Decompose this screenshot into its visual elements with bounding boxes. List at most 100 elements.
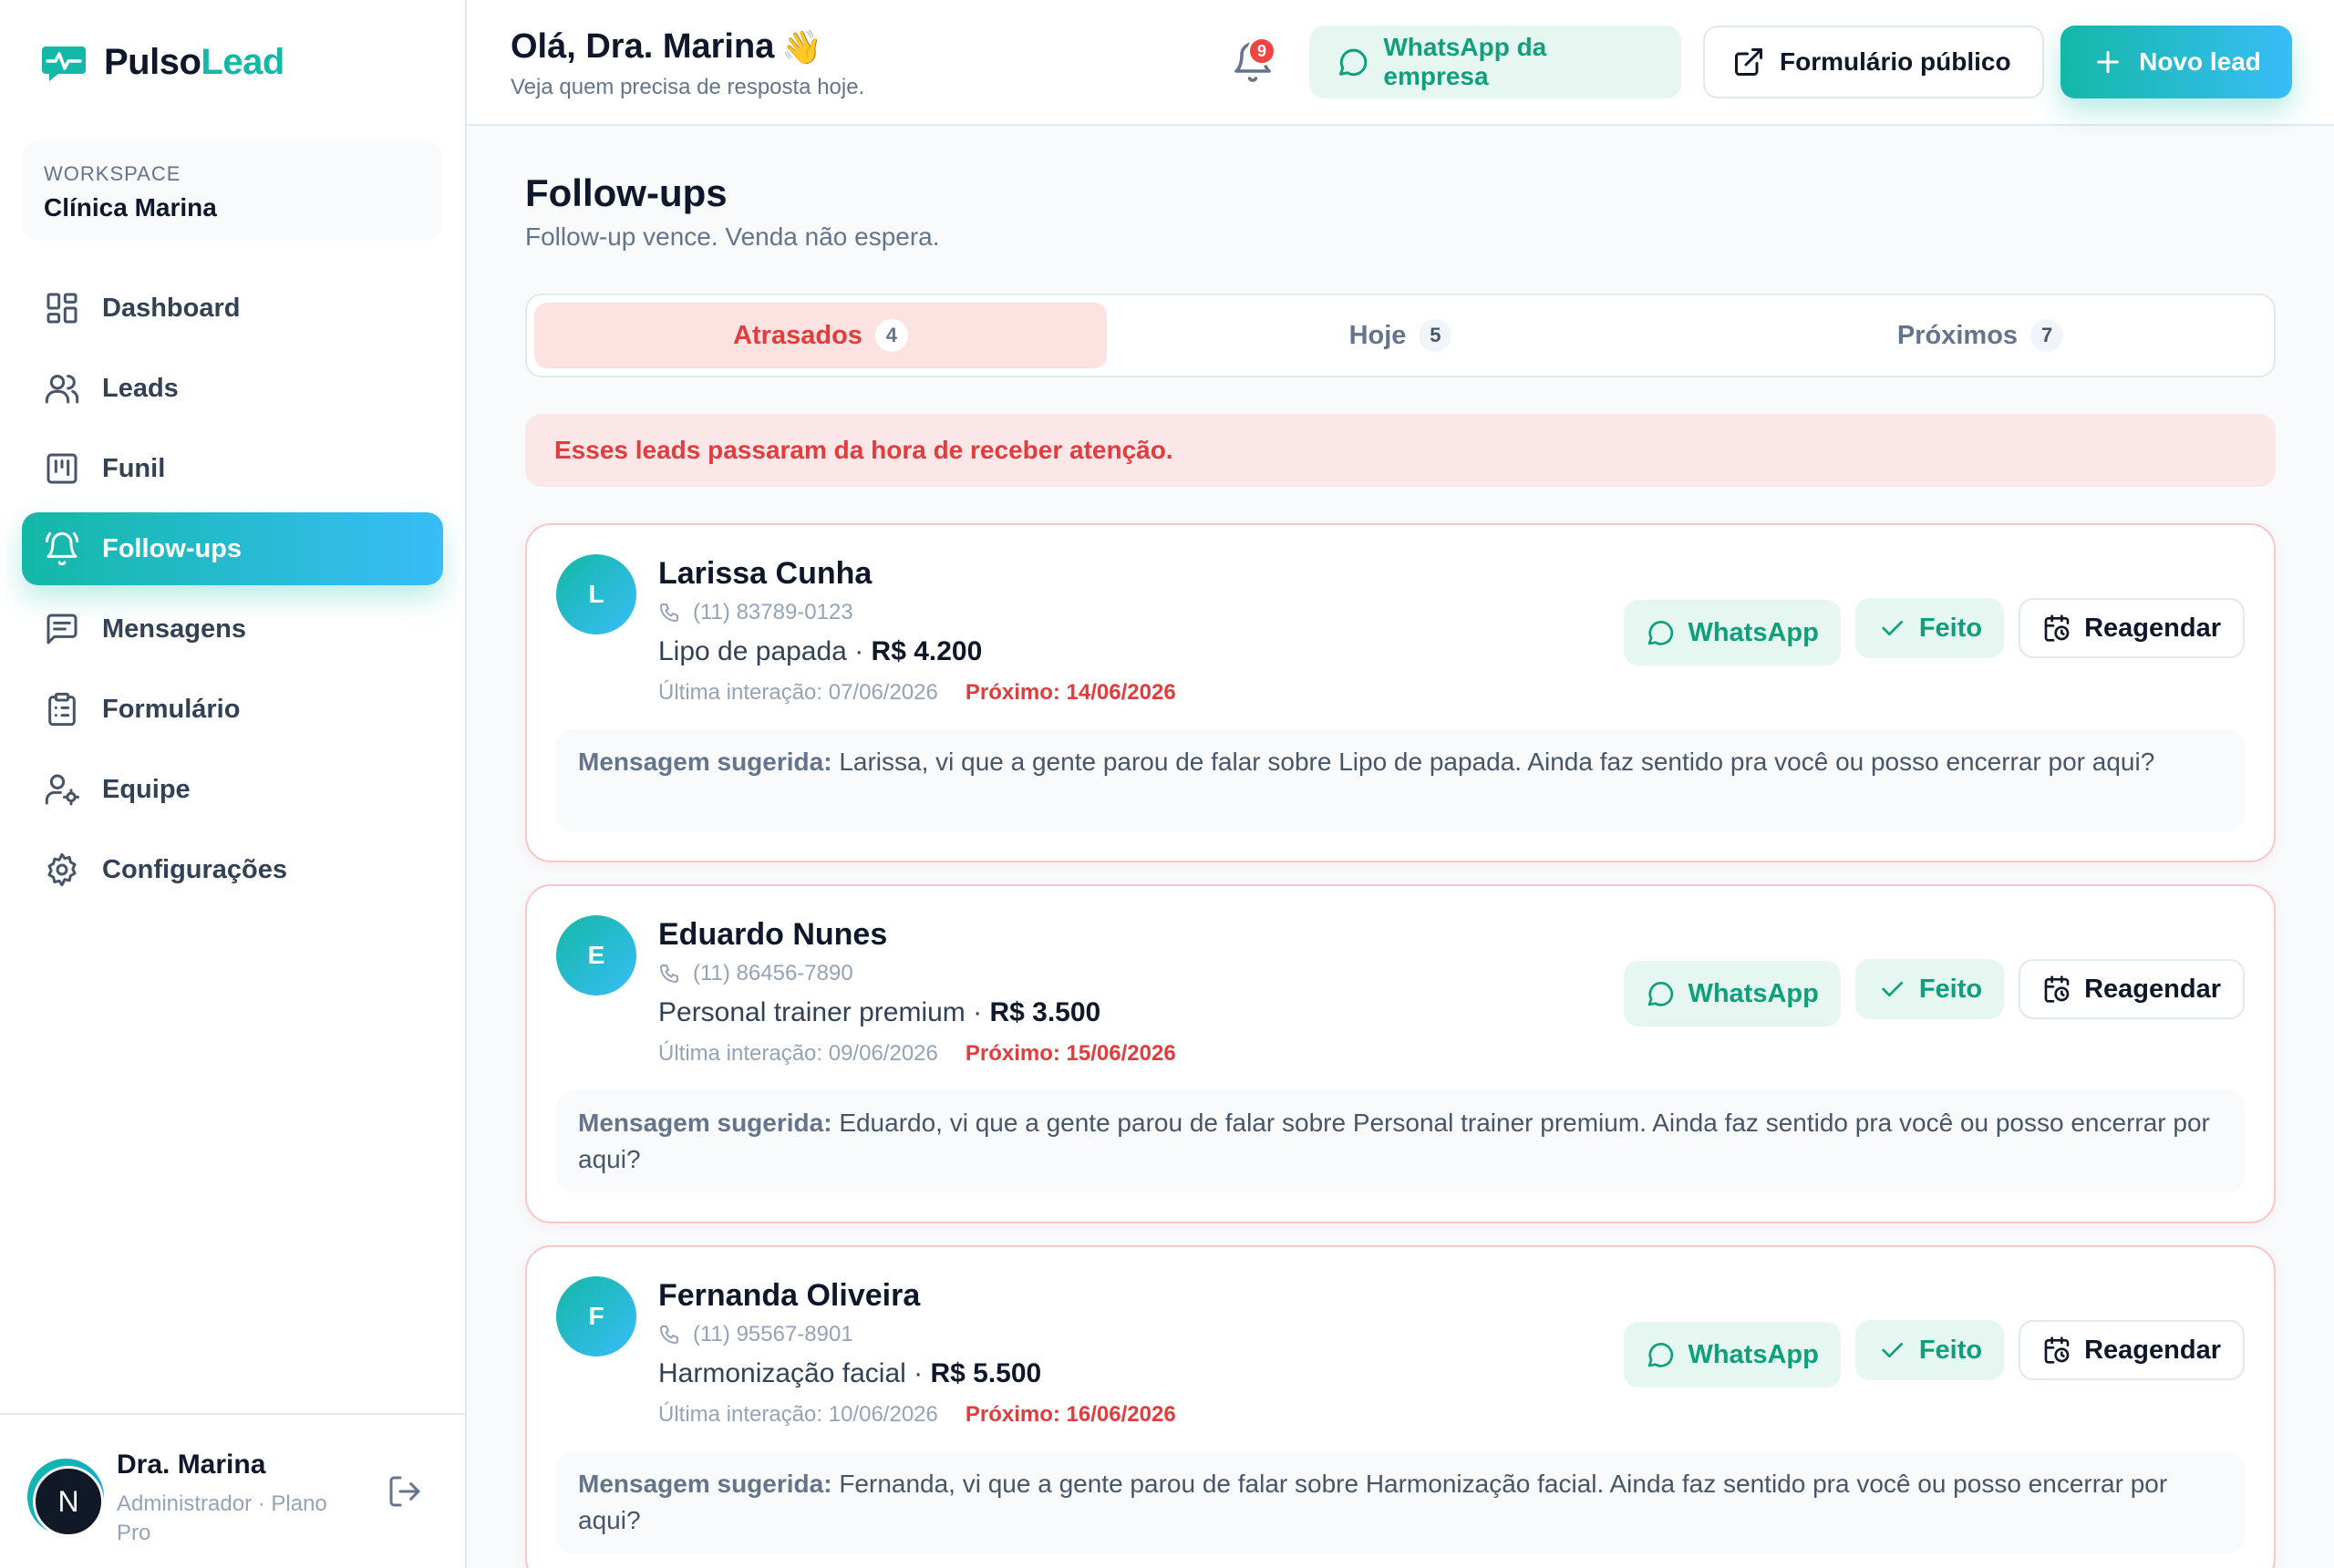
suggested-message-label: Mensagem sugerida: xyxy=(578,1109,832,1137)
brand-logo[interactable]: PulsoLead xyxy=(40,42,284,83)
lead-name[interactable]: Larissa Cunha xyxy=(658,556,872,592)
reschedule-button[interactable]: Reagendar xyxy=(2019,959,2245,1019)
calendar-clock-icon xyxy=(2044,975,2070,1003)
notification-count-badge: 9 xyxy=(1247,36,1276,66)
done-label: Feito xyxy=(1918,974,1983,1004)
follow-up-tabs: Atrasados 4 Hoje 5 Próximos 7 xyxy=(525,294,2276,377)
last-interaction: Última interação: 07/06/2026 xyxy=(658,680,938,705)
next-follow-up: Próximo: 15/06/2026 xyxy=(965,1041,1176,1066)
lead-service-name: Personal trainer premium xyxy=(658,997,966,1027)
tab-count-badge: 7 xyxy=(2030,319,2064,352)
phone-icon xyxy=(660,603,678,622)
sidebar-item-mensagens[interactable]: Mensagens xyxy=(22,593,443,665)
phone-icon xyxy=(660,1326,678,1344)
phone-icon xyxy=(660,965,678,983)
tab-label: Atrasados xyxy=(733,320,862,350)
sidebar-item-equipe[interactable]: Equipe xyxy=(22,753,443,826)
tab-atrasados[interactable]: Atrasados 4 xyxy=(534,303,1107,368)
public-form-label: Formulário público xyxy=(1780,47,2011,76)
plus-icon xyxy=(2097,51,2120,73)
wave-emoji: 👋 xyxy=(781,27,823,66)
sidebar-item-label: Equipe xyxy=(102,774,191,804)
lead-phone-number: (11) 83789-0123 xyxy=(693,600,853,624)
tab-count-badge: 5 xyxy=(1419,319,1452,352)
company-whatsapp-button[interactable]: WhatsApp da empresa xyxy=(1309,26,1681,98)
new-lead-button[interactable]: Novo lead xyxy=(2060,26,2292,98)
avatar[interactable]: N xyxy=(33,1466,104,1537)
lead-dates: Última interação: 07/06/2026 Próximo: 14… xyxy=(658,680,1176,706)
pulse-logo-icon xyxy=(42,46,86,81)
lead-service: Harmonização facial · R$ 5.500 xyxy=(658,1358,1042,1388)
workspace-selector[interactable]: WORKSPACE Clínica Marina xyxy=(22,140,443,241)
next-follow-up: Próximo: 16/06/2026 xyxy=(965,1402,1176,1427)
users-icon xyxy=(45,375,79,404)
suggested-message: Mensagem sugerida: Eduardo, vi que a gen… xyxy=(556,1090,2245,1192)
lead-value: R$ 4.200 xyxy=(871,636,983,666)
whatsapp-button[interactable]: WhatsApp xyxy=(1624,961,1841,1026)
sidebar-item-follow-ups[interactable]: Follow-ups xyxy=(22,512,443,585)
user-role: Administrador · Plano Pro xyxy=(117,1491,327,1545)
sidebar: PulsoLead WORKSPACE Clínica Marina Dashb… xyxy=(0,0,467,1568)
logout-icon[interactable] xyxy=(387,1473,423,1510)
lead-avatar: L xyxy=(556,554,636,634)
overdue-alert: Esses leads passaram da hora de receber … xyxy=(525,414,2276,487)
lead-service-name: Harmonização facial xyxy=(658,1358,906,1388)
whatsapp-chat-icon xyxy=(1338,48,1368,77)
whatsapp-chat-icon xyxy=(1648,1343,1674,1367)
lead-service: Lipo de papada · R$ 4.200 xyxy=(658,636,983,666)
workspace-label: WORKSPACE xyxy=(44,162,181,185)
suggested-message: Mensagem sugerida: Fernanda, vi que a ge… xyxy=(556,1451,2245,1553)
calendar-clock-icon xyxy=(2044,1336,2070,1364)
tab-count-badge: 4 xyxy=(874,319,908,352)
suggested-message: Mensagem sugerida: Larissa, vi que a gen… xyxy=(556,729,2245,831)
sidebar-item-formulario[interactable]: Formulário xyxy=(22,673,443,746)
new-lead-label: Novo lead xyxy=(2139,47,2261,76)
lead-phone: (11) 95567-8901 xyxy=(658,1322,853,1347)
sidebar-item-label: Mensagens xyxy=(102,614,246,644)
brand-name-part1: Pulso xyxy=(104,42,201,82)
lead-avatar: E xyxy=(556,915,636,995)
last-interaction: Última interação: 10/06/2026 xyxy=(658,1402,938,1427)
greeting-subtitle: Veja quem precisa de resposta hoje. xyxy=(511,75,865,99)
sidebar-item-dashboard[interactable]: Dashboard xyxy=(22,272,443,345)
whatsapp-label: WhatsApp xyxy=(1688,1339,1819,1369)
suggested-message-label: Mensagem sugerida: xyxy=(578,748,832,776)
sidebar-item-configuracoes[interactable]: Configurações xyxy=(22,833,443,906)
public-form-button[interactable]: Formulário público xyxy=(1703,26,2044,98)
tab-hoje[interactable]: Hoje 5 xyxy=(1114,303,1687,368)
lead-name[interactable]: Fernanda Oliveira xyxy=(658,1278,920,1314)
tab-label: Próximos xyxy=(1896,320,2019,350)
tab-proximos[interactable]: Próximos 7 xyxy=(1694,303,2267,368)
done-label: Feito xyxy=(1918,613,1983,643)
lead-phone-number: (11) 86456-7890 xyxy=(693,961,853,985)
whatsapp-button[interactable]: WhatsApp xyxy=(1624,600,1841,665)
reschedule-button[interactable]: Reagendar xyxy=(2019,598,2245,658)
kanban-icon xyxy=(46,453,77,484)
done-button[interactable]: Feito xyxy=(1854,959,2005,1019)
workspace-name: Clínica Marina xyxy=(44,193,217,222)
check-icon xyxy=(1882,621,1903,635)
sidebar-item-label: Funil xyxy=(102,453,166,483)
user-name: Dra. Marina xyxy=(117,1449,266,1480)
done-button[interactable]: Feito xyxy=(1854,598,2005,658)
lead-phone-number: (11) 95567-8901 xyxy=(693,1322,853,1346)
external-link-icon xyxy=(1735,48,1762,76)
done-button[interactable]: Feito xyxy=(1854,1320,2005,1380)
lead-actions: WhatsApp Feito Reagendar xyxy=(1624,1320,2245,1387)
sidebar-item-funil[interactable]: Funil xyxy=(22,432,443,505)
lead-card: L Larissa Cunha (11) 83789-0123 Lipo de … xyxy=(525,523,2276,862)
sidebar-nav: Dashboard Leads Funil Follow-ups Mensage… xyxy=(22,272,443,913)
reschedule-button[interactable]: Reagendar xyxy=(2019,1320,2245,1380)
lead-value: R$ 5.500 xyxy=(930,1358,1042,1388)
last-interaction: Última interação: 09/06/2026 xyxy=(658,1041,938,1066)
user-profile: N Dra. Marina Administrador · Plano Pro xyxy=(0,1413,465,1568)
lead-name[interactable]: Eduardo Nunes xyxy=(658,917,887,953)
whatsapp-button[interactable]: WhatsApp xyxy=(1624,1322,1841,1387)
lead-card: F Fernanda Oliveira (11) 95567-8901 Harm… xyxy=(525,1245,2276,1568)
bell-ring-icon xyxy=(45,531,79,566)
top-header: Olá, Dra. Marina 👋 Veja quem precisa de … xyxy=(467,0,2334,126)
lead-dates: Última interação: 10/06/2026 Próximo: 16… xyxy=(658,1402,1176,1428)
lead-avatar: F xyxy=(556,1276,636,1357)
sidebar-item-leads[interactable]: Leads xyxy=(22,352,443,425)
brand-name-part2: Lead xyxy=(201,42,284,82)
